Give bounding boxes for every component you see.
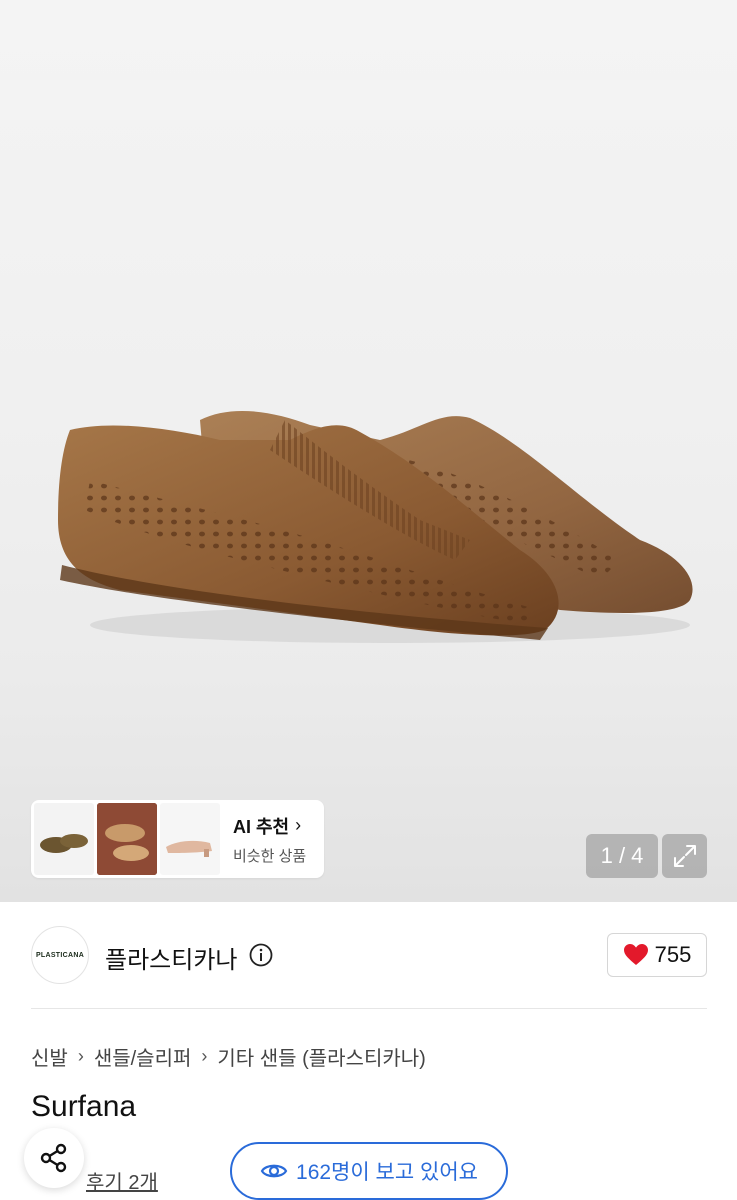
expand-icon bbox=[673, 845, 696, 867]
like-button[interactable]: 755 bbox=[607, 933, 707, 977]
viewers-text: 162명이 보고 있어요 bbox=[296, 1161, 478, 1184]
sandal-thumbnail-image bbox=[97, 803, 157, 875]
brand-name[interactable]: 플라스티카나 bbox=[105, 940, 237, 975]
image-counter: 1 / 4 bbox=[586, 834, 658, 878]
breadcrumb-item[interactable]: 샌들/슬리퍼 bbox=[94, 1042, 192, 1071]
chevron-right-icon: › bbox=[201, 1046, 208, 1066]
heart-icon bbox=[623, 944, 648, 965]
ai-recommendation-card[interactable]: AI 추천 › 비슷한 상품 bbox=[31, 800, 324, 878]
breadcrumb-item[interactable]: 기타 샌들 (플라스티카나) bbox=[217, 1042, 425, 1071]
chevron-right-icon: › bbox=[77, 1046, 84, 1066]
breadcrumb: 신발 › 샌들/슬리퍼 › 기타 샌들 (플라스티카나) bbox=[31, 1042, 426, 1071]
ai-recommend-subtitle: 비슷한 상품 bbox=[233, 847, 307, 865]
brand-logo[interactable]: PLASTICANA bbox=[31, 926, 89, 984]
chevron-right-icon: › bbox=[295, 815, 302, 835]
recommendation-thumbnail[interactable] bbox=[34, 803, 94, 875]
product-title: Surfana bbox=[31, 1090, 137, 1123]
share-icon bbox=[40, 1143, 67, 1173]
sandal-thumbnail-image bbox=[166, 840, 212, 857]
share-button[interactable] bbox=[24, 1128, 84, 1188]
info-icon[interactable] bbox=[249, 943, 273, 967]
brand-logo-text: PLASTICANA bbox=[35, 951, 85, 959]
recommendation-thumbnail[interactable] bbox=[97, 803, 157, 875]
reviews-link[interactable]: 후기 2개 bbox=[86, 1166, 158, 1195]
product-image-gallery[interactable]: AI 추천 › 비슷한 상품 1 / 4 bbox=[0, 0, 737, 902]
eye-icon bbox=[260, 1164, 288, 1178]
expand-image-button[interactable] bbox=[662, 834, 707, 878]
brand-row: PLASTICANA 플라스티카나 755 bbox=[31, 926, 707, 986]
like-count: 755 bbox=[654, 942, 692, 967]
viewers-badge: 162명이 보고 있어요 bbox=[230, 1142, 508, 1200]
breadcrumb-item[interactable]: 신발 bbox=[31, 1042, 68, 1071]
section-divider bbox=[31, 1008, 707, 1009]
product-photo bbox=[58, 410, 693, 643]
ai-recommend-title[interactable]: AI 추천 › bbox=[233, 813, 306, 839]
ai-recommend-label: AI 추천 bbox=[233, 816, 290, 837]
recommendation-thumbnail[interactable] bbox=[160, 803, 220, 875]
sandal-thumbnail-image bbox=[40, 834, 88, 853]
